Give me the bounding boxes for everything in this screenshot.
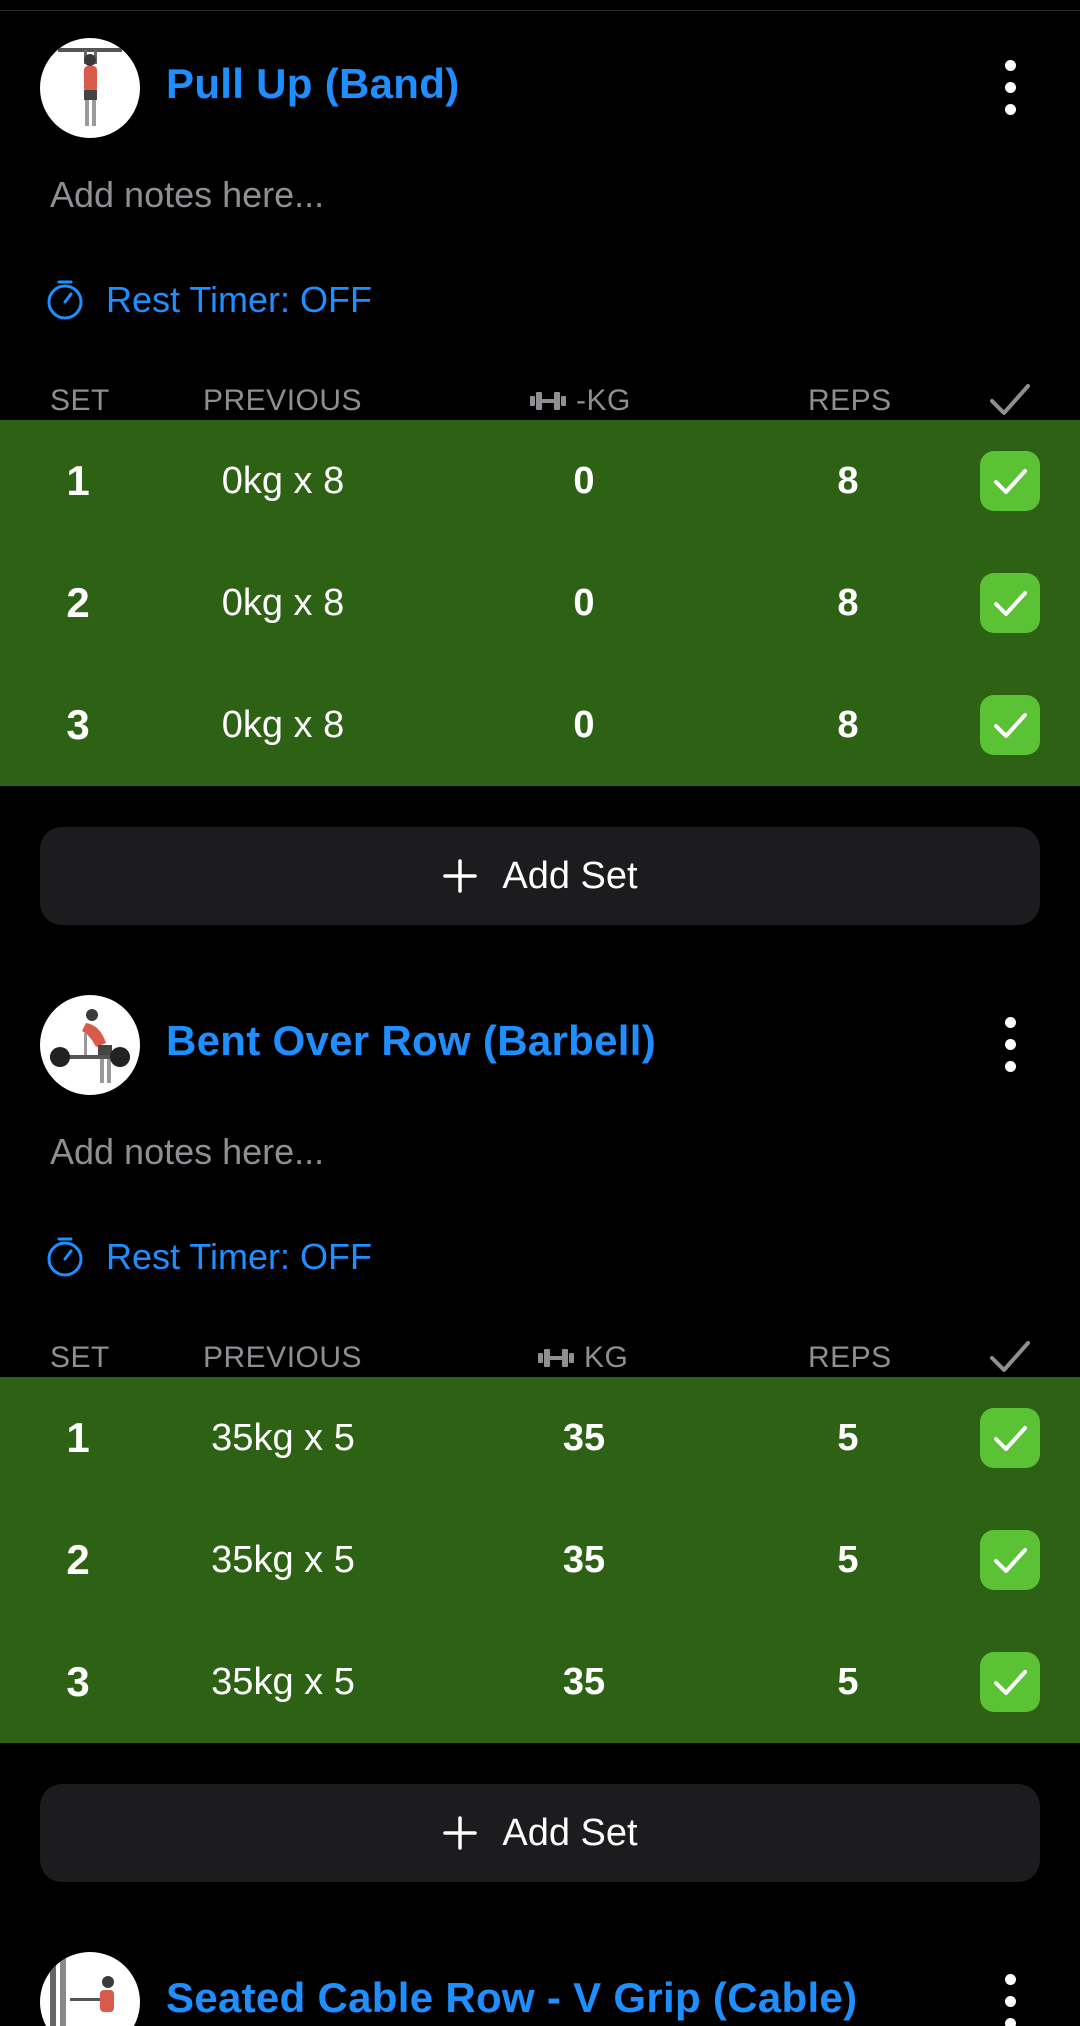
set-complete-checkbox[interactable] bbox=[980, 451, 1040, 511]
set-number[interactable]: 2 bbox=[38, 542, 118, 664]
weight-input[interactable]: 0 bbox=[484, 664, 684, 786]
reps-input[interactable]: 8 bbox=[788, 542, 908, 664]
previous-value[interactable]: 35kg x 5 bbox=[163, 1499, 403, 1621]
column-reps: REPS bbox=[808, 384, 892, 417]
set-row: 1 0kg x 8 0 8 bbox=[0, 420, 1080, 542]
set-number[interactable]: 2 bbox=[38, 1499, 118, 1621]
check-icon bbox=[994, 1548, 1027, 1573]
weight-input[interactable]: 0 bbox=[484, 542, 684, 664]
exercise-card-seated-cable-row: Seated Cable Row - V Grip (Cable) bbox=[0, 1952, 1080, 2026]
set-number[interactable]: 1 bbox=[38, 420, 118, 542]
add-set-label: Add Set bbox=[502, 1811, 638, 1854]
column-previous: PREVIOUS bbox=[203, 384, 363, 417]
column-check-icon bbox=[988, 382, 1032, 418]
reps-input[interactable]: 8 bbox=[788, 664, 908, 786]
exercise-header: Pull Up (Band) bbox=[0, 38, 1080, 138]
exercise-title[interactable]: Pull Up (Band) bbox=[166, 60, 460, 108]
column-set: SET bbox=[50, 384, 110, 417]
reps-input[interactable]: 5 bbox=[788, 1377, 908, 1499]
exercise-card-bent-over-row: Bent Over Row (Barbell) Add notes here..… bbox=[0, 995, 1080, 1885]
notes-input[interactable]: Add notes here... bbox=[50, 1131, 324, 1173]
set-row: 2 0kg x 8 0 8 bbox=[0, 542, 1080, 664]
weight-input[interactable]: 35 bbox=[484, 1621, 684, 1743]
add-set-label: Add Set bbox=[502, 854, 638, 897]
more-options-icon[interactable] bbox=[986, 1013, 1036, 1077]
set-complete-checkbox[interactable] bbox=[980, 695, 1040, 755]
cable-row-figure-icon[interactable] bbox=[40, 1952, 140, 2026]
top-divider bbox=[0, 10, 1080, 11]
more-options-icon[interactable] bbox=[986, 1970, 1036, 2026]
set-number[interactable]: 3 bbox=[38, 664, 118, 786]
more-options-icon[interactable] bbox=[986, 56, 1036, 120]
check-icon bbox=[994, 469, 1027, 494]
column-weight-label: -KG bbox=[576, 384, 631, 417]
set-number[interactable]: 3 bbox=[38, 1621, 118, 1743]
dumbbell-icon bbox=[538, 1349, 574, 1367]
exercise-title[interactable]: Bent Over Row (Barbell) bbox=[166, 1017, 656, 1065]
stopwatch-icon bbox=[47, 280, 83, 320]
dumbbell-icon bbox=[530, 392, 566, 410]
weight-input[interactable]: 35 bbox=[484, 1499, 684, 1621]
plus-icon bbox=[443, 859, 478, 893]
previous-value[interactable]: 0kg x 8 bbox=[163, 542, 403, 664]
rest-timer-label: Rest Timer: OFF bbox=[106, 279, 373, 320]
column-reps: REPS bbox=[808, 1341, 892, 1374]
previous-value[interactable]: 0kg x 8 bbox=[163, 420, 403, 542]
exercise-header: Bent Over Row (Barbell) bbox=[0, 995, 1080, 1095]
column-set: SET bbox=[50, 1341, 110, 1374]
column-weight: KG bbox=[536, 1341, 628, 1375]
set-row: 2 35kg x 5 35 5 bbox=[0, 1499, 1080, 1621]
add-set-button[interactable]: Add Set bbox=[40, 1784, 1040, 1882]
barbell-row-figure-icon[interactable] bbox=[40, 995, 140, 1095]
column-check-icon bbox=[988, 1339, 1032, 1375]
exercise-title[interactable]: Seated Cable Row - V Grip (Cable) bbox=[166, 1974, 857, 2022]
column-previous: PREVIOUS bbox=[203, 1341, 363, 1374]
set-row: 1 35kg x 5 35 5 bbox=[0, 1377, 1080, 1499]
set-complete-checkbox[interactable] bbox=[980, 573, 1040, 633]
plus-icon bbox=[443, 1816, 478, 1850]
set-complete-checkbox[interactable] bbox=[980, 1530, 1040, 1590]
reps-input[interactable]: 5 bbox=[788, 1499, 908, 1621]
check-icon bbox=[994, 713, 1027, 738]
rest-timer-label: Rest Timer: OFF bbox=[106, 1236, 373, 1277]
rest-timer-button[interactable]: Rest Timer: OFF bbox=[44, 1233, 372, 1281]
stopwatch-icon bbox=[47, 1237, 83, 1277]
weight-input[interactable]: 35 bbox=[484, 1377, 684, 1499]
set-number[interactable]: 1 bbox=[38, 1377, 118, 1499]
previous-value[interactable]: 0kg x 8 bbox=[163, 664, 403, 786]
set-rows: 1 0kg x 8 0 8 2 0kg x 8 0 8 3 0kg x 8 0 … bbox=[0, 420, 1080, 786]
pull-up-figure-icon[interactable] bbox=[40, 38, 140, 138]
exercise-header: Seated Cable Row - V Grip (Cable) bbox=[0, 1952, 1080, 2026]
column-weight-label: KG bbox=[584, 1341, 629, 1374]
notes-input[interactable]: Add notes here... bbox=[50, 174, 324, 216]
exercise-card-pull-up: Pull Up (Band) Add notes here... Rest Ti… bbox=[0, 38, 1080, 928]
previous-value[interactable]: 35kg x 5 bbox=[163, 1621, 403, 1743]
set-complete-checkbox[interactable] bbox=[980, 1408, 1040, 1468]
reps-input[interactable]: 8 bbox=[788, 420, 908, 542]
column-weight: -KG bbox=[528, 384, 631, 418]
reps-input[interactable]: 5 bbox=[788, 1621, 908, 1743]
check-icon bbox=[994, 1670, 1027, 1695]
set-complete-checkbox[interactable] bbox=[980, 1652, 1040, 1712]
previous-value[interactable]: 35kg x 5 bbox=[163, 1377, 403, 1499]
add-set-button[interactable]: Add Set bbox=[40, 827, 1040, 925]
rest-timer-button[interactable]: Rest Timer: OFF bbox=[44, 276, 372, 324]
check-icon bbox=[994, 591, 1027, 616]
set-rows: 1 35kg x 5 35 5 2 35kg x 5 35 5 3 35kg x… bbox=[0, 1377, 1080, 1743]
check-icon bbox=[994, 1426, 1027, 1451]
set-row: 3 35kg x 5 35 5 bbox=[0, 1621, 1080, 1743]
weight-input[interactable]: 0 bbox=[484, 420, 684, 542]
set-row: 3 0kg x 8 0 8 bbox=[0, 664, 1080, 786]
